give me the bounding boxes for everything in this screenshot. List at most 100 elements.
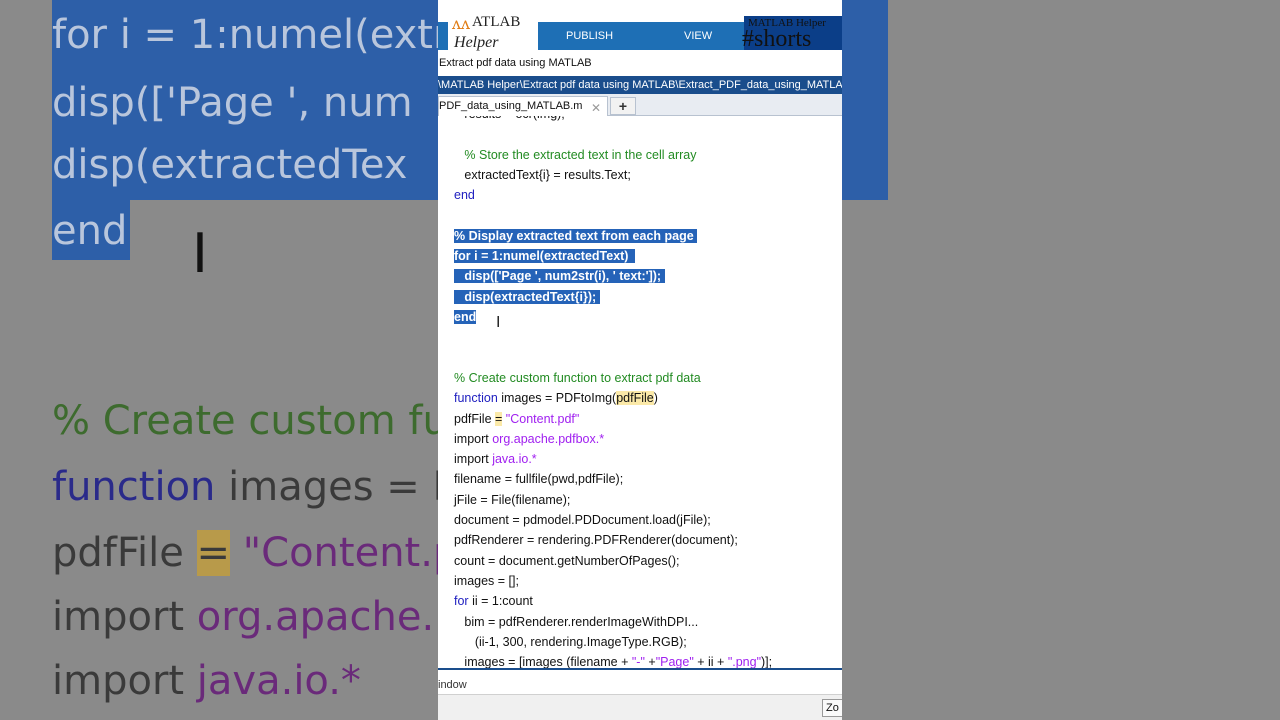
window-title: Extract pdf data using MATLAB — [438, 54, 842, 72]
code-token: pdfFile — [616, 391, 654, 406]
code-line: for i = 1:numel(extractedText) — [454, 246, 636, 266]
code-editor[interactable]: results = ocr(img); % Store the extracte… — [438, 116, 842, 668]
code-token: "Page" — [655, 655, 694, 668]
code-line-text: for i = 1:numel(extractedText) — [454, 249, 636, 264]
background-code-token: import — [52, 658, 197, 704]
code-line-text: disp(extractedText{i}); — [454, 289, 600, 304]
code-line: import java.io.* — [454, 449, 537, 469]
code-token: bim = pdfRenderer.renderImageWithDPI... — [454, 614, 699, 629]
logo-wave-icon: ʌʌ — [452, 14, 471, 33]
code-line: for ii = 1:count — [454, 591, 533, 611]
add-tab-button[interactable]: + — [610, 97, 636, 115]
code-line: pdfFile = "Content.pdf" — [454, 409, 579, 429]
code-line-text: for ii = 1:count — [454, 594, 533, 608]
background-code-token: for i = 1:numel(extrac — [52, 12, 496, 58]
logo-text-bottom: Helper — [454, 34, 498, 52]
background-code-token: end — [52, 208, 128, 254]
background-code-token: pdfFile — [52, 530, 197, 576]
editor-bottom-border — [438, 668, 842, 670]
background-code-token: org.apache. — [196, 594, 435, 640]
code-token: import — [454, 431, 493, 446]
current-path[interactable]: \MATLAB Helper\Extract pdf data using MA… — [438, 76, 842, 94]
command-window-label: indow — [438, 679, 467, 691]
tab-view[interactable]: VIEW — [684, 30, 712, 42]
code-token: disp([ — [454, 269, 499, 284]
code-line-text: import org.apache.pdfbox.* — [454, 432, 604, 446]
background-code-line: import java.io.* — [52, 658, 361, 704]
background-code-token: % Create custom fu — [52, 398, 448, 444]
matlab-editor-window: PUBLISH VIEW ʌʌ ATLAB Helper MATLAB Help… — [438, 0, 842, 720]
code-line-text: bim = pdfRenderer.renderImageWithDPI... — [454, 615, 698, 629]
code-token: function — [454, 391, 498, 406]
code-line-text: import java.io.* — [454, 452, 537, 466]
code-line-text: filename = fullfile(pwd,pdfFile); — [454, 472, 623, 486]
code-line: (ii-1, 300, rendering.ImageType.RGB); — [454, 632, 687, 652]
code-token: for — [454, 249, 471, 264]
code-token: % Display extracted text from each page — [454, 228, 698, 243]
background-code-token: = — [196, 530, 231, 576]
code-line-text: end — [454, 188, 475, 202]
code-token: % Create custom function to extract pdf … — [454, 370, 701, 385]
code-line: count = document.getNumberOfPages(); — [454, 551, 679, 571]
background-code-line: disp(['Page ', num — [52, 80, 413, 126]
code-line-text: document = pdmodel.PDDocument.load(jFile… — [454, 513, 711, 527]
code-line-text: % Create custom function to extract pdf … — [454, 371, 701, 385]
code-line: % Store the extracted text in the cell a… — [454, 145, 696, 165]
code-line-text: jFile = File(filename); — [454, 493, 570, 507]
code-token: end — [454, 310, 477, 324]
code-token: images = []; — [454, 573, 519, 588]
code-line: results = ocr(img); — [454, 116, 564, 124]
logo-text-bottom-rest: elper — [465, 34, 499, 51]
code-token: images = PDFtoImg( — [497, 391, 617, 406]
code-token: pdfRenderer = rendering.PDFRenderer(docu… — [454, 533, 738, 548]
code-token: pdfFile — [454, 411, 495, 426]
code-token: count = document.getNumberOfPages(); — [454, 553, 680, 568]
code-token: i = 1:numel(extractedText) — [470, 249, 636, 264]
file-tab-strip: PDF_data_using_MATLAB.m ✕ + — [438, 94, 842, 116]
code-line: disp(['Page ', num2str(i), ' text:']); — [454, 266, 665, 286]
background-code-token: import — [52, 594, 197, 640]
background-code-line: disp(extractedTex — [52, 142, 407, 188]
background-code-token: function — [52, 464, 216, 510]
code-token: "-" — [631, 655, 645, 668]
file-tab[interactable]: PDF_data_using_MATLAB.m ✕ — [438, 96, 608, 116]
code-token: extractedText{i} = results.Text; — [454, 167, 631, 182]
code-token: ]); — [648, 269, 665, 284]
code-token: % Store the extracted text in the cell a… — [454, 147, 697, 162]
code-token: + — [644, 655, 656, 668]
background-code-token: disp(['Page ', num — [52, 80, 413, 126]
code-line-text: extractedText{i} = results.Text; — [454, 167, 631, 182]
code-line: extractedText{i} = results.Text; — [454, 165, 631, 185]
code-token: end — [454, 188, 475, 203]
code-line-text: pdfRenderer = rendering.PDFRenderer(docu… — [454, 533, 738, 547]
code-line: end — [454, 185, 475, 205]
code-line: document = pdmodel.PDDocument.load(jFile… — [454, 510, 711, 530]
code-line-text: images = [images (filename + "-" +"Page"… — [454, 655, 772, 668]
code-line: jFile = File(filename); — [454, 490, 570, 510]
code-line: pdfRenderer = rendering.PDFRenderer(docu… — [454, 530, 738, 550]
tab-publish[interactable]: PUBLISH — [566, 30, 613, 42]
code-token: (ii-1, 300, rendering.ImageType.RGB); — [454, 634, 687, 649]
background-text-cursor-icon: Ⅰ — [192, 222, 208, 285]
code-line-text: end — [454, 310, 477, 324]
close-icon[interactable]: ✕ — [591, 99, 601, 117]
code-token: disp(extractedText{i}); — [454, 289, 600, 304]
status-bar: Zo — [438, 694, 842, 720]
matlab-helper-logo: ʌʌ ATLAB Helper — [448, 8, 538, 56]
background-code-token: "Content.p — [230, 530, 459, 576]
code-line-text: results = ocr(img); — [454, 116, 564, 121]
background-code-line: function images = P — [52, 464, 457, 510]
code-line: bim = pdfRenderer.renderImageWithDPI... — [454, 612, 698, 632]
code-token: filename = fullfile(pwd,pdfFile); — [454, 472, 624, 487]
code-token: org.apache.pdfbox.* — [492, 431, 605, 446]
code-token: document = pdmodel.PDDocument.load(jFile… — [454, 513, 711, 527]
text-cursor-icon: I — [496, 314, 501, 331]
zoom-button[interactable]: Zo — [822, 699, 842, 717]
code-token: , num2str(i), — [537, 269, 613, 284]
background-code-token: java.io.* — [196, 658, 361, 704]
code-line: % Create custom function to extract pdf … — [454, 368, 701, 388]
code-token: results = ocr(img); — [454, 116, 564, 121]
background-code-token: images = P — [215, 464, 457, 510]
code-token: ii = 1:count — [468, 594, 533, 609]
code-token: ) — [653, 391, 658, 406]
